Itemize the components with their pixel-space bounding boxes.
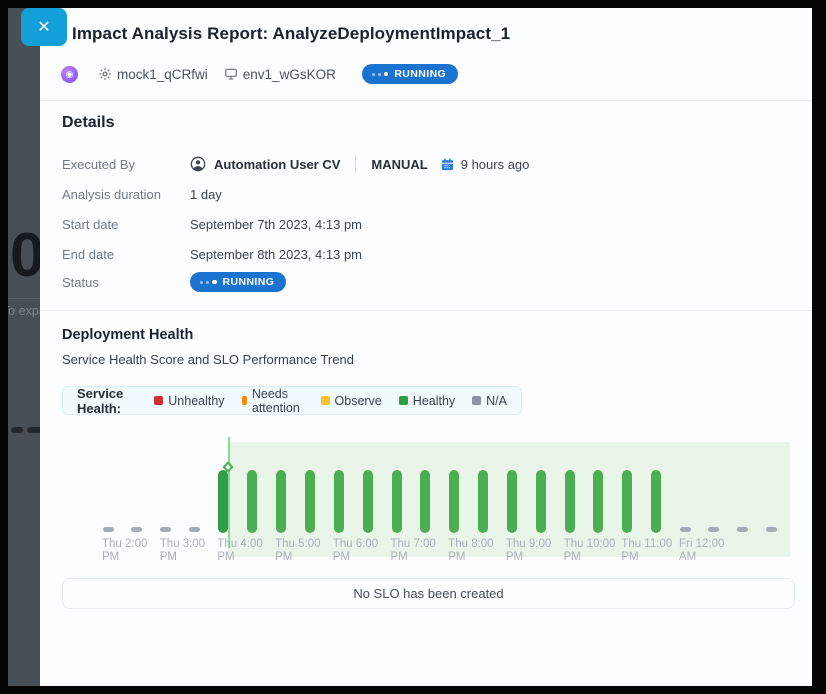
- no-slo-message: No SLO has been created: [353, 586, 503, 601]
- background-divider: [8, 298, 40, 299]
- health-bar[interactable]: [392, 470, 402, 533]
- gear-icon: [98, 67, 112, 81]
- analysis-duration-value: 1 day: [190, 187, 222, 202]
- health-bar[interactable]: [565, 470, 575, 533]
- x-axis-tick-label: Thu 9:00PM: [506, 538, 551, 563]
- background-dash: [11, 427, 23, 433]
- health-bar[interactable]: [305, 470, 315, 533]
- health-chart-plot: Thu 2:00PM Thu 3:00PM Thu 4:00PM Thu 5:00PM…: [62, 430, 795, 576]
- detail-row-executed-by: Executed By Automation User CV MANUAL: [62, 152, 762, 176]
- health-bar[interactable]: [622, 470, 632, 533]
- details-heading: Details: [62, 114, 114, 132]
- user-circle-icon: [190, 156, 206, 172]
- health-bar[interactable]: [536, 470, 546, 533]
- background-partial-text: To expa: [8, 304, 40, 318]
- start-date-value: September 7th 2023, 4:13 pm: [190, 217, 362, 232]
- environment-chip[interactable]: env1_wGsKOR: [224, 67, 336, 82]
- header-divider: [40, 100, 812, 101]
- health-na-dash[interactable]: [160, 527, 171, 532]
- environment-monitor-icon: [224, 67, 238, 81]
- legend-item: Unhealthy: [154, 394, 224, 408]
- page-title: Impact Analysis Report: AnalyzeDeploymen…: [72, 24, 510, 44]
- legend-color-swatch: [154, 396, 163, 405]
- legend-color-swatch: [472, 396, 481, 405]
- x-axis-tick-label: Thu 7:00PM: [391, 538, 436, 563]
- legend-color-swatch: [321, 396, 330, 405]
- legend-color-swatch: [242, 396, 247, 405]
- detail-row-analysis-duration: Analysis duration 1 day: [62, 182, 762, 206]
- health-bar[interactable]: [218, 470, 228, 533]
- details-divider: [40, 310, 812, 311]
- service-health-legend: Service Health: Unhealthy Needs attention…: [62, 386, 522, 415]
- x-axis-tick-label: Thu 4:00PM: [217, 538, 262, 563]
- legend-item: Healthy: [399, 394, 455, 408]
- health-chart: Thu 2:00PM Thu 3:00PM Thu 4:00PM Thu 5:00PM…: [62, 430, 795, 576]
- service-avatar-icon[interactable]: ◉: [61, 66, 78, 83]
- mock-service-name: mock1_qCRfwi: [117, 67, 208, 82]
- health-bar[interactable]: [478, 470, 488, 533]
- report-meta-row: ◉ mock1_qCRfwi: [61, 62, 458, 86]
- legend-item: Observe: [321, 394, 382, 408]
- legend-color-swatch: [399, 396, 408, 405]
- x-axis-tick-label: Thu 5:00PM: [275, 538, 320, 563]
- close-drawer-button[interactable]: ✕: [21, 8, 67, 46]
- calendar-icon: [440, 157, 455, 172]
- no-slo-notice: No SLO has been created: [62, 578, 795, 609]
- end-date-value: September 8th 2023, 4:13 pm: [190, 247, 362, 262]
- detail-label: Start date: [62, 217, 190, 232]
- detail-row-start-date: Start date September 7th 2023, 4:13 pm: [62, 212, 762, 236]
- detail-label: Analysis duration: [62, 187, 190, 202]
- running-dots-icon: [200, 280, 217, 285]
- x-axis-tick-label: Fri 12:00AM: [679, 538, 724, 563]
- health-bar[interactable]: [449, 470, 459, 533]
- detail-label: End date: [62, 247, 190, 262]
- health-bar[interactable]: [276, 470, 286, 533]
- value-separator: [355, 155, 356, 173]
- deployment-health-heading: Deployment Health: [62, 327, 193, 343]
- health-bar[interactable]: [334, 470, 344, 533]
- health-na-dash[interactable]: [680, 527, 691, 532]
- health-na-dash[interactable]: [708, 527, 719, 532]
- running-dots-icon: [372, 72, 389, 77]
- x-axis-tick-label: Thu 11:00PM: [621, 538, 672, 563]
- background-dash: [27, 427, 40, 433]
- detail-row-end-date: End date September 8th 2023, 4:13 pm: [62, 242, 762, 266]
- modal-backdrop[interactable]: 0 To expa: [8, 8, 40, 686]
- status-badge: RUNNING: [362, 64, 458, 84]
- x-axis-tick-label: Thu 6:00PM: [333, 538, 378, 563]
- health-bar[interactable]: [247, 470, 257, 533]
- x-axis-tick-label: Thu 3:00PM: [160, 538, 205, 563]
- health-na-dash[interactable]: [766, 527, 777, 532]
- executed-by-user: Automation User CV: [214, 157, 340, 172]
- mock-service-chip[interactable]: mock1_qCRfwi: [98, 67, 208, 82]
- health-bar[interactable]: [507, 470, 517, 533]
- detail-label: Executed By: [62, 157, 190, 172]
- legend-title: Service Health:: [77, 386, 137, 416]
- detail-label: Status: [62, 275, 190, 290]
- legend-items: Unhealthy Needs attention Observe Healthy N/…: [154, 387, 507, 415]
- health-na-dash[interactable]: [103, 527, 114, 532]
- health-na-dash[interactable]: [189, 527, 200, 532]
- impact-analysis-drawer: Impact Analysis Report: AnalyzeDeploymen…: [40, 8, 812, 686]
- health-bar[interactable]: [363, 470, 373, 533]
- health-bar[interactable]: [420, 470, 430, 533]
- health-na-dash[interactable]: [131, 527, 142, 532]
- deployment-marker-line: [228, 437, 230, 548]
- health-na-dash[interactable]: [737, 527, 748, 532]
- execution-mode: MANUAL: [371, 157, 427, 172]
- detail-row-status: Status RUNNING: [62, 270, 762, 294]
- health-bar[interactable]: [651, 470, 661, 533]
- executed-time-ago: 9 hours ago: [461, 157, 530, 172]
- legend-item: N/A: [472, 394, 507, 408]
- x-axis-tick-label: Thu 2:00PM: [102, 538, 147, 563]
- deployment-health-subtitle: Service Health Score and SLO Performance…: [62, 352, 354, 367]
- background-big-number: 0: [10, 220, 40, 291]
- screenshot-frame: 0 To expa ✕ Impact Analysis Report: Anal…: [0, 0, 826, 694]
- legend-item: Needs attention: [242, 387, 304, 415]
- environment-name: env1_wGsKOR: [243, 67, 336, 82]
- x-axis-tick-label: Thu 10:00PM: [564, 538, 616, 563]
- status-badge: RUNNING: [190, 272, 286, 292]
- health-bar[interactable]: [593, 470, 603, 533]
- x-axis-tick-label: Thu 8:00PM: [448, 538, 493, 563]
